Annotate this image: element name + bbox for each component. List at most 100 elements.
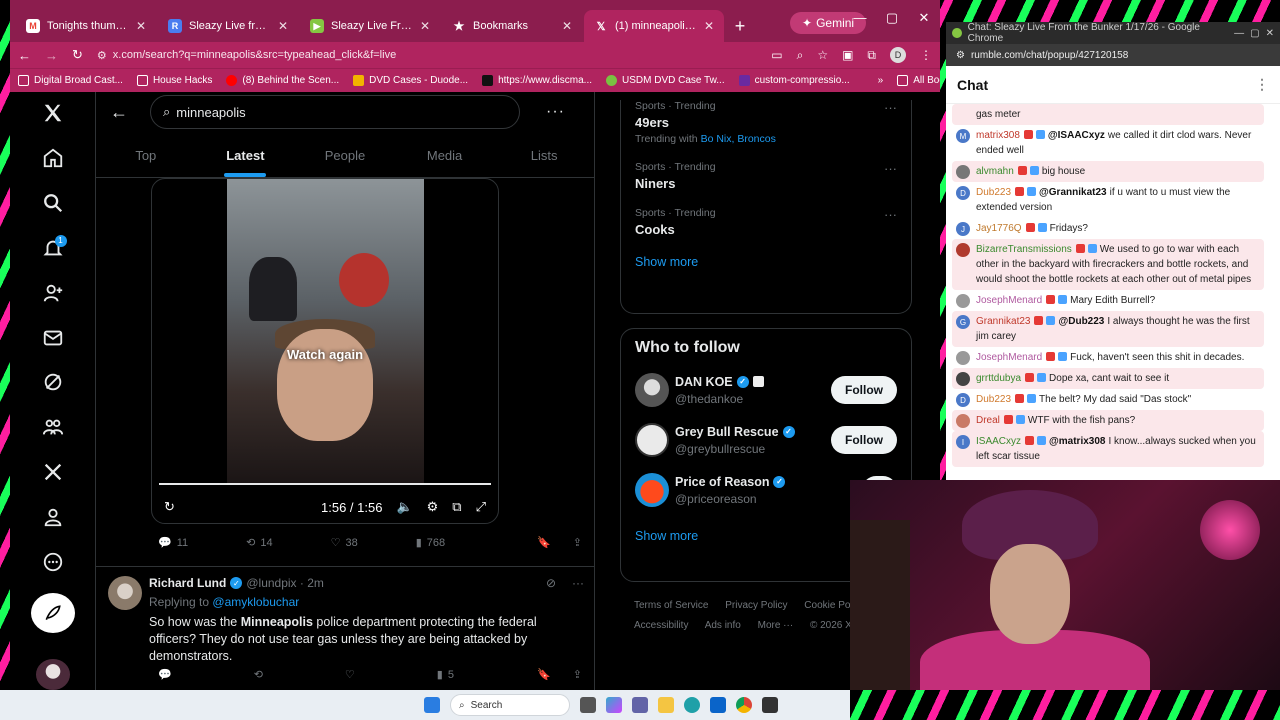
chat-username[interactable]: Dub223	[976, 394, 1011, 405]
edge-icon[interactable]	[684, 697, 700, 713]
suggestion-avatar[interactable]	[635, 373, 669, 407]
menu-icon[interactable]: ⋮	[920, 48, 932, 62]
settings-gear-icon[interactable]: ⚙	[427, 499, 439, 515]
zoom-icon[interactable]: ⌕	[797, 48, 804, 63]
watch-again-button[interactable]: Watch again	[152, 347, 498, 362]
cast-icon[interactable]: ▭	[771, 48, 782, 62]
copilot-icon[interactable]	[606, 697, 622, 713]
all-bookmarks-button[interactable]: All Bookmarks	[897, 75, 940, 86]
url-field[interactable]: ⚙ x.com/search?q=minneapolis&src=typeahe…	[97, 49, 757, 62]
chat-user-avatar[interactable]	[956, 372, 970, 386]
chat-message[interactable]: D Dub223 @Grannikat23 if u want to u must v…	[952, 182, 1264, 218]
close-tab-icon[interactable]: ✕	[704, 19, 714, 33]
author-avatar[interactable]	[108, 576, 142, 610]
chat-username[interactable]: Jay1776Q	[976, 223, 1022, 234]
show-more-link[interactable]: Show more	[635, 255, 897, 269]
footer-link[interactable]: Terms of Service	[634, 600, 708, 611]
chat-user-avatar[interactable]: D	[956, 393, 970, 407]
new-tab-button[interactable]: +	[726, 10, 754, 42]
footer-link[interactable]: Privacy Policy	[725, 600, 787, 611]
tab-lists[interactable]: Lists	[494, 132, 594, 177]
bookmark-star-icon[interactable]: ☆	[817, 48, 828, 62]
grok-icon[interactable]: ⊘	[546, 576, 556, 590]
chat-message-list[interactable]: gas meter Mmatrix308 @ISAACxyz we called it…	[946, 104, 1270, 480]
trend-item[interactable]: Sports · Trending 49ers Trending with Bo…	[635, 100, 897, 145]
chat-user-avatar[interactable]: M	[956, 129, 970, 143]
x-logo-icon[interactable]	[36, 98, 70, 129]
account-avatar[interactable]	[35, 659, 70, 690]
chat-user-avatar[interactable]: J	[956, 222, 970, 236]
more-menu-icon[interactable]: ···	[884, 100, 897, 115]
trend-item[interactable]: Sports · Trending Cooks ···	[635, 207, 897, 237]
repost-button[interactable]: ⟲	[254, 668, 263, 681]
repost-button[interactable]: ⟲ 14	[246, 536, 272, 550]
explore-search-icon[interactable]	[36, 188, 70, 219]
minimize-icon[interactable]: —	[1234, 28, 1244, 39]
chat-message[interactable]: I ISAACxyz @matrix308 I know...always sucke…	[952, 431, 1264, 467]
chat-message[interactable]: J Jay1776Q Fridays?	[952, 218, 1264, 239]
more-bookmarks-button[interactable]: »	[878, 75, 884, 86]
bookmark-item[interactable]: (8) Behind the Scen...	[226, 75, 339, 86]
share-icon[interactable]: ⇪	[573, 668, 582, 681]
messages-envelope-icon[interactable]	[36, 322, 70, 353]
app-icon[interactable]	[762, 697, 778, 713]
chat-message[interactable]: grrttdubya Dope xa, cant wait to see it	[952, 368, 1264, 389]
taskbar-search[interactable]: ⌕ Search	[450, 694, 570, 716]
chat-user-avatar[interactable]	[956, 243, 970, 257]
chat-user-avatar[interactable]: D	[956, 186, 970, 200]
grok-icon[interactable]	[36, 367, 70, 398]
search-input[interactable]: ⌕ minneapolis	[150, 95, 520, 129]
chat-user-avatar[interactable]	[956, 108, 970, 122]
follow-button[interactable]: Follow	[831, 426, 897, 454]
more-menu-icon[interactable]: ···	[884, 161, 897, 176]
chat-username[interactable]: Grannikat23	[976, 316, 1030, 327]
mention-link[interactable]: @amyklobuchar	[212, 595, 299, 609]
bookmark-item[interactable]: House Hacks	[136, 75, 212, 86]
site-info-icon[interactable]: ⚙	[97, 49, 107, 62]
chat-user-avatar[interactable]	[956, 165, 970, 179]
bookmark-icon[interactable]: 🔖	[537, 536, 551, 549]
browser-tab-bookmarks[interactable]: ★ Bookmarks ✕	[442, 10, 582, 42]
chat-message[interactable]: Mmatrix308 @ISAACxyz we called it dirt clo…	[952, 125, 1264, 161]
bookmark-icon[interactable]: 🔖	[537, 668, 551, 681]
chat-user-avatar[interactable]	[956, 294, 970, 308]
chat-user-avatar[interactable]: G	[956, 315, 970, 329]
footer-link[interactable]: Ads info	[705, 620, 741, 631]
home-icon[interactable]	[36, 143, 70, 174]
video-player[interactable]: Watch again ↻ 1:56 / 1:56 🔈 ⚙ ⧉ ⤢	[151, 178, 499, 524]
chat-message[interactable]: D Dub223 The belt? My dad said "Das stock"	[952, 389, 1264, 410]
more-menu-icon[interactable]: ···	[572, 576, 584, 590]
maximize-icon[interactable]: ▢	[876, 10, 908, 26]
bookmark-item[interactable]: Digital Broad Cast...	[18, 75, 123, 86]
views-button[interactable]: ▮ 5	[437, 668, 454, 682]
chat-user-avatar[interactable]	[956, 351, 970, 365]
more-menu-icon[interactable]: ···	[546, 103, 565, 121]
close-tab-icon[interactable]: ✕	[562, 19, 572, 33]
browser-tab-rumble-2[interactable]: ▶ Sleazy Live From the Bunk ✕	[300, 10, 440, 42]
follow-suggestion[interactable]: Grey Bull Rescue ✓ @greybullrescue Follow	[635, 423, 897, 457]
share-icon[interactable]: ⇪	[573, 536, 582, 549]
chat-message[interactable]: Dreal WTF with the fish pans?	[952, 410, 1264, 431]
tab-people[interactable]: People	[295, 132, 395, 177]
notifications-bell-icon[interactable]: 1	[36, 233, 70, 264]
close-window-icon[interactable]: ✕	[1266, 28, 1274, 39]
tab-top[interactable]: Top	[96, 132, 196, 177]
bookmark-item[interactable]: custom-compressio...	[738, 75, 850, 86]
trend-related-links[interactable]: Bo Nix, Broncos	[701, 133, 776, 145]
reload-icon[interactable]: ↻	[72, 47, 83, 63]
chat-message[interactable]: alvmahn big house	[952, 161, 1264, 182]
store-icon[interactable]	[710, 697, 726, 713]
more-menu-icon[interactable]: ···	[884, 207, 897, 222]
forward-arrow-icon[interactable]: →	[45, 48, 58, 63]
minimize-icon[interactable]: —	[844, 10, 876, 26]
profile-avatar[interactable]: D	[890, 47, 906, 63]
footer-link[interactable]: More ···	[758, 620, 794, 631]
follow-button[interactable]: Follow	[831, 376, 897, 404]
author-name[interactable]: Richard Lund	[149, 576, 226, 590]
reply-button[interactable]: 💬	[158, 668, 172, 681]
tab-search-icon[interactable]: ▣	[842, 48, 853, 62]
chat-message[interactable]: BizarreTransmissions We used to go to war…	[952, 239, 1264, 290]
chat-username[interactable]: matrix308	[976, 130, 1020, 141]
compose-post-button[interactable]	[30, 593, 75, 634]
chat-username[interactable]: ISAACxyz	[976, 436, 1021, 447]
